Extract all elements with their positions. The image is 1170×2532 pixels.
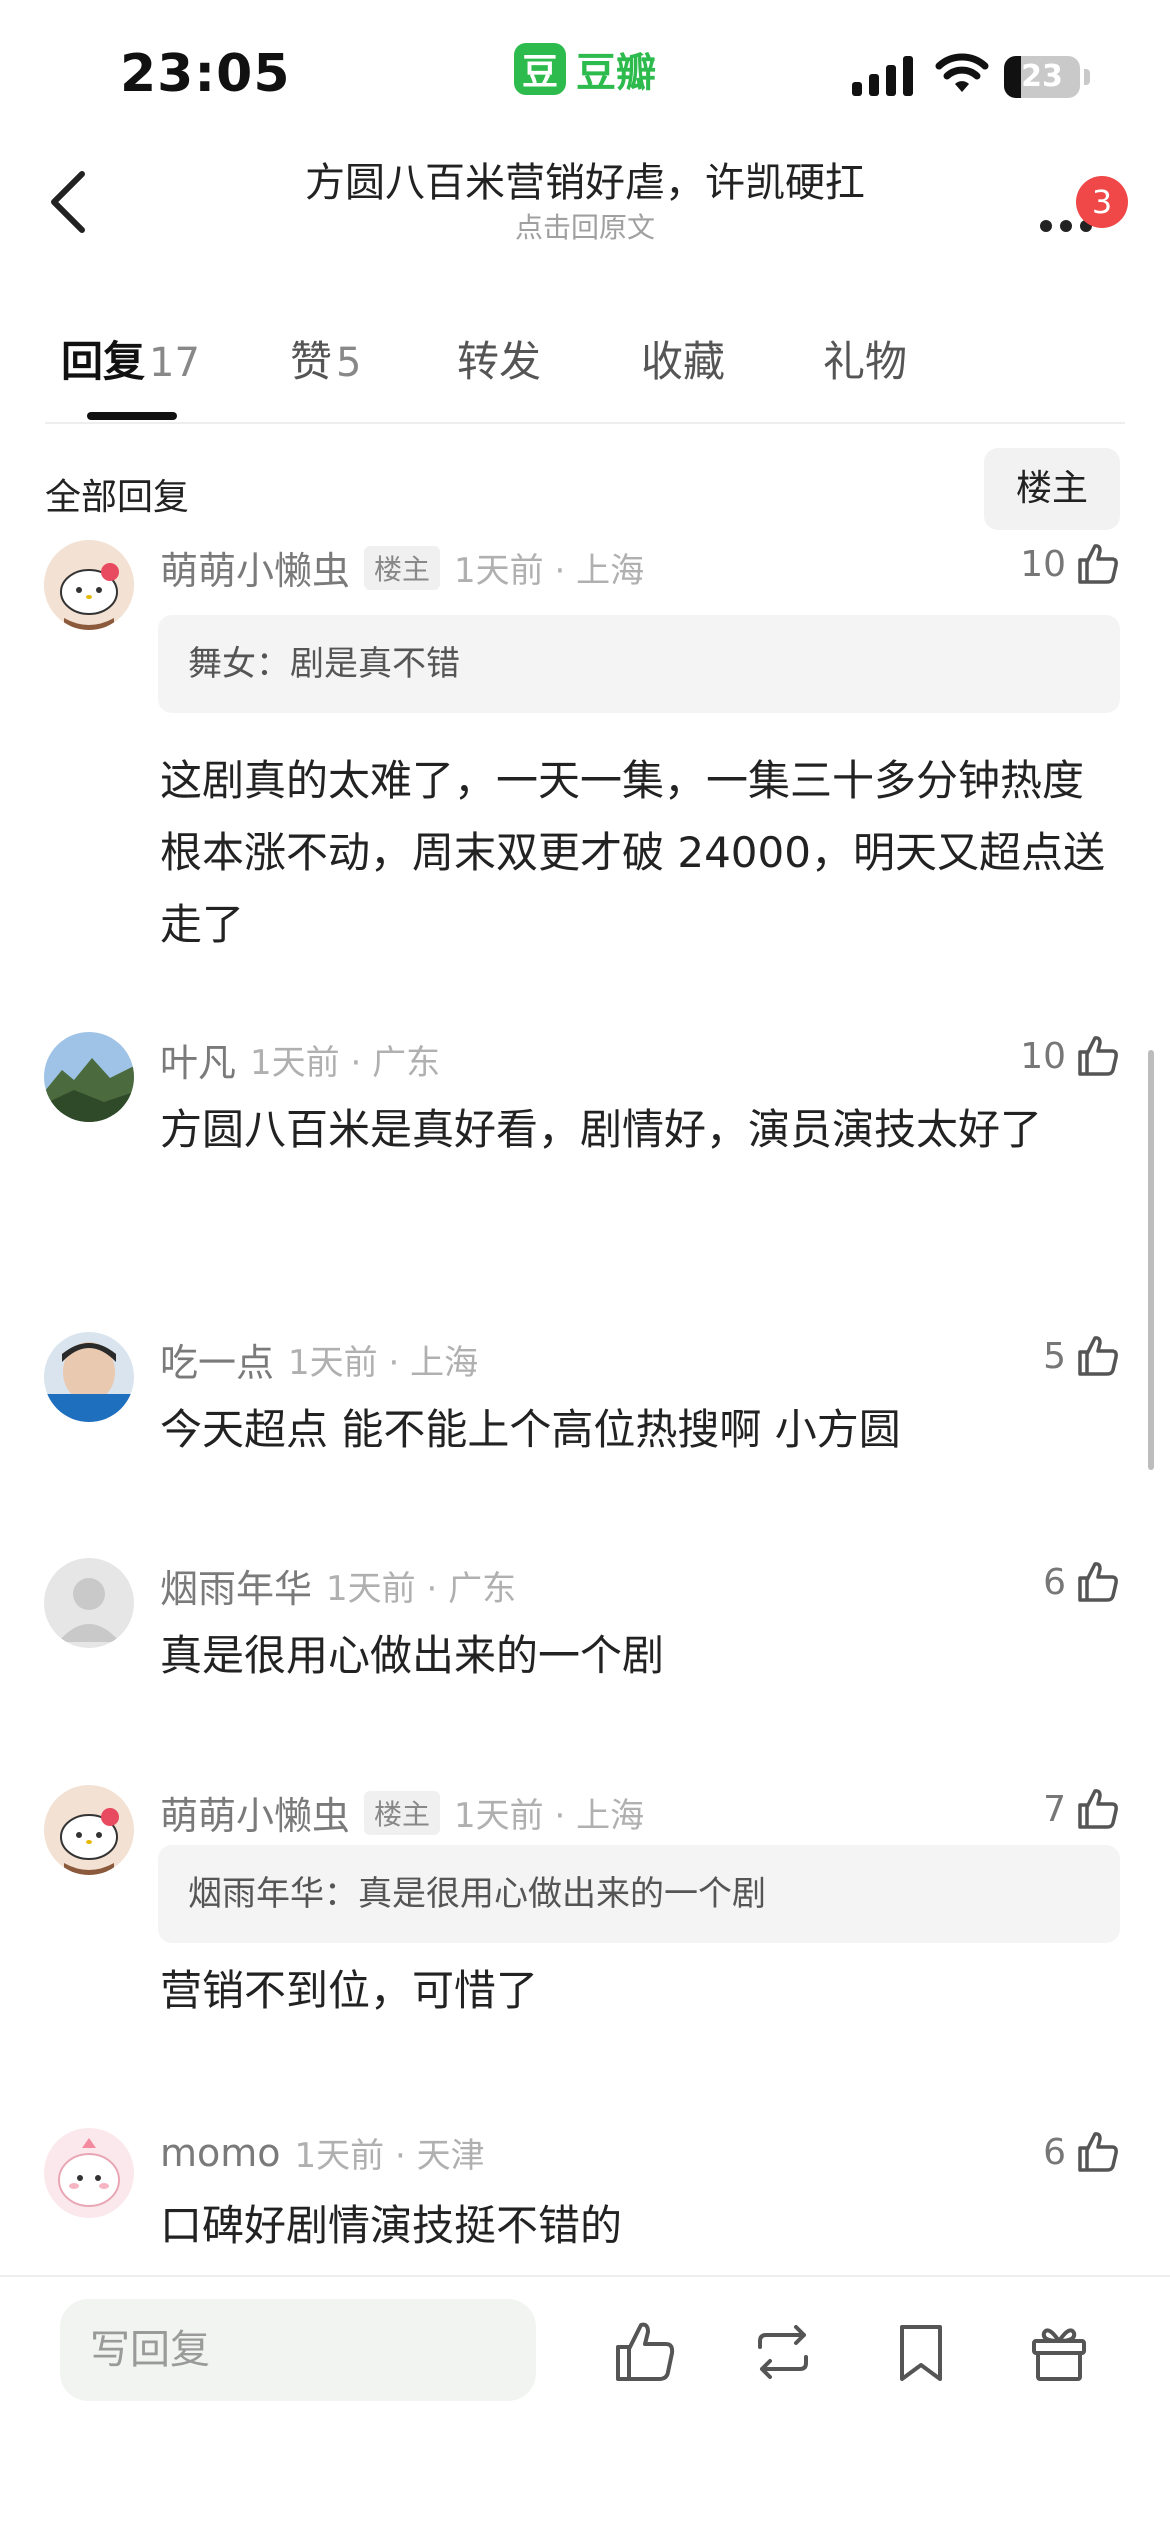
like-button[interactable]: 6 bbox=[1043, 2128, 1122, 2176]
bookmark-icon[interactable] bbox=[886, 2317, 956, 2387]
comment-meta: 1天前 · 上海 bbox=[454, 551, 645, 591]
tab-likes[interactable]: 赞5 bbox=[290, 328, 361, 389]
comment-item: 萌萌小懒虫 楼主 1天前 · 上海 7 烟雨年华：真是很用心做出来的一个剧 营销… bbox=[0, 1785, 1170, 2045]
navigation-bar: 方圆八百米营销好虐，许凯硬扛 点击回原文 3 bbox=[0, 140, 1170, 270]
hello-kitty-avatar-icon bbox=[44, 1785, 134, 1875]
app-indicator: 豆 豆瓣 bbox=[514, 40, 656, 98]
tab-label: 赞 bbox=[290, 337, 333, 386]
user-avatar[interactable] bbox=[44, 1558, 134, 1648]
comment-text: 这剧真的太难了，一天一集，一集三十多分钟热度根本涨不动，周末双更才破 24000… bbox=[160, 756, 1105, 949]
like-count: 10 bbox=[1020, 543, 1066, 585]
like-count: 10 bbox=[1020, 1035, 1066, 1077]
gift-icon[interactable] bbox=[1024, 2317, 1094, 2387]
notification-badge: 3 bbox=[1076, 176, 1128, 228]
tab-replies[interactable]: 回复 17 bbox=[61, 328, 200, 389]
status-bar: 23:05 豆 豆瓣 23 bbox=[0, 0, 1170, 140]
battery-icon: 23 bbox=[1004, 56, 1090, 98]
user-avatar[interactable] bbox=[44, 1332, 134, 1422]
comment-meta: 1天前 · 上海 bbox=[288, 1343, 479, 1383]
like-count: 6 bbox=[1043, 1561, 1066, 1603]
like-count: 5 bbox=[1043, 1335, 1066, 1377]
like-post-icon[interactable] bbox=[610, 2317, 680, 2387]
comment-meta: 1天前 · 广东 bbox=[326, 1569, 517, 1609]
douban-logo-icon: 豆 bbox=[514, 43, 566, 95]
op-only-filter-button[interactable]: 楼主 bbox=[984, 448, 1120, 530]
thumbs-up-icon bbox=[1078, 1336, 1118, 1376]
tab-label: 礼物 bbox=[823, 337, 908, 386]
thumbs-up-icon bbox=[1078, 544, 1118, 584]
comment-meta: 1天前 · 广东 bbox=[250, 1043, 441, 1083]
comment-text: 营销不到位，可惜了 bbox=[160, 1966, 539, 2015]
tab-gifts[interactable]: 礼物 bbox=[823, 328, 907, 389]
cellular-signal-icon bbox=[852, 56, 913, 96]
portrait-avatar-icon bbox=[44, 1332, 134, 1422]
active-tab-indicator bbox=[87, 412, 177, 420]
op-tag: 楼主 bbox=[364, 545, 441, 590]
like-count: 6 bbox=[1043, 2131, 1066, 2173]
tab-label: 收藏 bbox=[641, 337, 726, 386]
reply-input[interactable] bbox=[60, 2299, 536, 2401]
comment-author[interactable]: 萌萌小懒虫 bbox=[160, 540, 350, 595]
comment-author[interactable]: 吃一点 bbox=[160, 1332, 274, 1387]
comment-list: 萌萌小懒虫 楼主 1天前 · 上海 10 舞女：剧是真不错 这剧真的太难了，一天… bbox=[0, 540, 1170, 2275]
default-avatar-icon bbox=[44, 1558, 134, 1648]
tab-label: 转发 bbox=[457, 337, 542, 386]
more-options-button[interactable]: 3 bbox=[1036, 176, 1128, 246]
user-avatar[interactable] bbox=[44, 1032, 134, 1122]
cute-pink-avatar-icon bbox=[44, 2128, 134, 2218]
hello-kitty-avatar-icon bbox=[44, 540, 134, 630]
comment-meta: 1天前 · 上海 bbox=[454, 1796, 645, 1836]
thumbs-up-icon bbox=[1078, 1789, 1118, 1829]
user-avatar[interactable] bbox=[44, 540, 134, 630]
user-avatar[interactable] bbox=[44, 2128, 134, 2218]
comment-author[interactable]: 叶凡 bbox=[160, 1032, 236, 1087]
battery-percent: 23 bbox=[1021, 59, 1063, 94]
post-title[interactable]: 方圆八百米营销好虐，许凯硬扛 bbox=[200, 150, 970, 208]
scroll-indicator[interactable] bbox=[1148, 1050, 1154, 1470]
landscape-avatar-icon bbox=[44, 1032, 134, 1122]
like-button[interactable]: 5 bbox=[1043, 1332, 1122, 1380]
user-avatar[interactable] bbox=[44, 1785, 134, 1875]
quoted-reply[interactable]: 舞女：剧是真不错 bbox=[158, 615, 1120, 713]
app-name: 豆瓣 bbox=[576, 50, 656, 96]
back-to-original-link[interactable]: 点击回原文 bbox=[200, 206, 970, 246]
tab-count: 5 bbox=[336, 340, 362, 386]
repost-icon[interactable] bbox=[748, 2317, 818, 2387]
comment-author[interactable]: 烟雨年华 bbox=[160, 1558, 312, 1613]
comment-text: 口碑好剧情演技挺不错的 bbox=[160, 2201, 623, 2250]
comment-text: 真是很用心做出来的一个剧 bbox=[160, 1631, 665, 1680]
thumbs-up-icon bbox=[1078, 1562, 1118, 1602]
comment-author[interactable]: 萌萌小懒虫 bbox=[160, 1785, 350, 1840]
comment-meta: 1天前 · 天津 bbox=[294, 2136, 485, 2176]
tab-collections[interactable]: 收藏 bbox=[641, 328, 725, 389]
like-button[interactable]: 6 bbox=[1043, 1558, 1122, 1606]
thumbs-up-icon bbox=[1078, 1036, 1118, 1076]
like-count: 7 bbox=[1043, 1788, 1066, 1830]
status-time: 23:05 bbox=[120, 44, 291, 104]
comment-item: 烟雨年华 1天前 · 广东 6 真是很用心做出来的一个剧 bbox=[0, 1558, 1170, 1738]
comment-item: momo 1天前 · 天津 6 口碑好剧情演技挺不错的 bbox=[0, 2128, 1170, 2275]
all-replies-heading: 全部回复 bbox=[45, 477, 190, 518]
tab-count: 17 bbox=[149, 340, 200, 386]
bottom-action-bar bbox=[0, 2275, 1170, 2532]
back-arrow-icon[interactable] bbox=[40, 162, 100, 242]
comment-author[interactable]: momo bbox=[160, 2131, 281, 2175]
wifi-icon bbox=[935, 53, 989, 92]
like-button[interactable]: 10 bbox=[1020, 1032, 1122, 1080]
tab-label: 回复 bbox=[61, 337, 146, 386]
like-button[interactable]: 7 bbox=[1043, 1785, 1122, 1833]
op-tag: 楼主 bbox=[364, 1790, 441, 1835]
comment-text: 今天超点 能不能上个高位热搜啊 小方圆 bbox=[160, 1405, 901, 1454]
quoted-reply[interactable]: 烟雨年华：真是很用心做出来的一个剧 bbox=[158, 1845, 1120, 1943]
comment-item: 吃一点 1天前 · 上海 5 今天超点 能不能上个高位热搜啊 小方圆 bbox=[0, 1332, 1170, 1512]
like-button[interactable]: 10 bbox=[1020, 540, 1122, 588]
tab-bar: 回复 17 赞5 转发 收藏 礼物 bbox=[45, 320, 1125, 424]
comment-item: 叶凡 1天前 · 广东 10 方圆八百米是真好看，剧情好，演员演技太好了 bbox=[0, 1032, 1170, 1292]
tab-reposts[interactable]: 转发 bbox=[457, 328, 541, 389]
comment-text: 方圆八百米是真好看，剧情好，演员演技太好了 bbox=[160, 1105, 1043, 1154]
thumbs-up-icon bbox=[1078, 2132, 1118, 2172]
comment-item: 萌萌小懒虫 楼主 1天前 · 上海 10 舞女：剧是真不错 这剧真的太难了，一天… bbox=[0, 540, 1170, 980]
